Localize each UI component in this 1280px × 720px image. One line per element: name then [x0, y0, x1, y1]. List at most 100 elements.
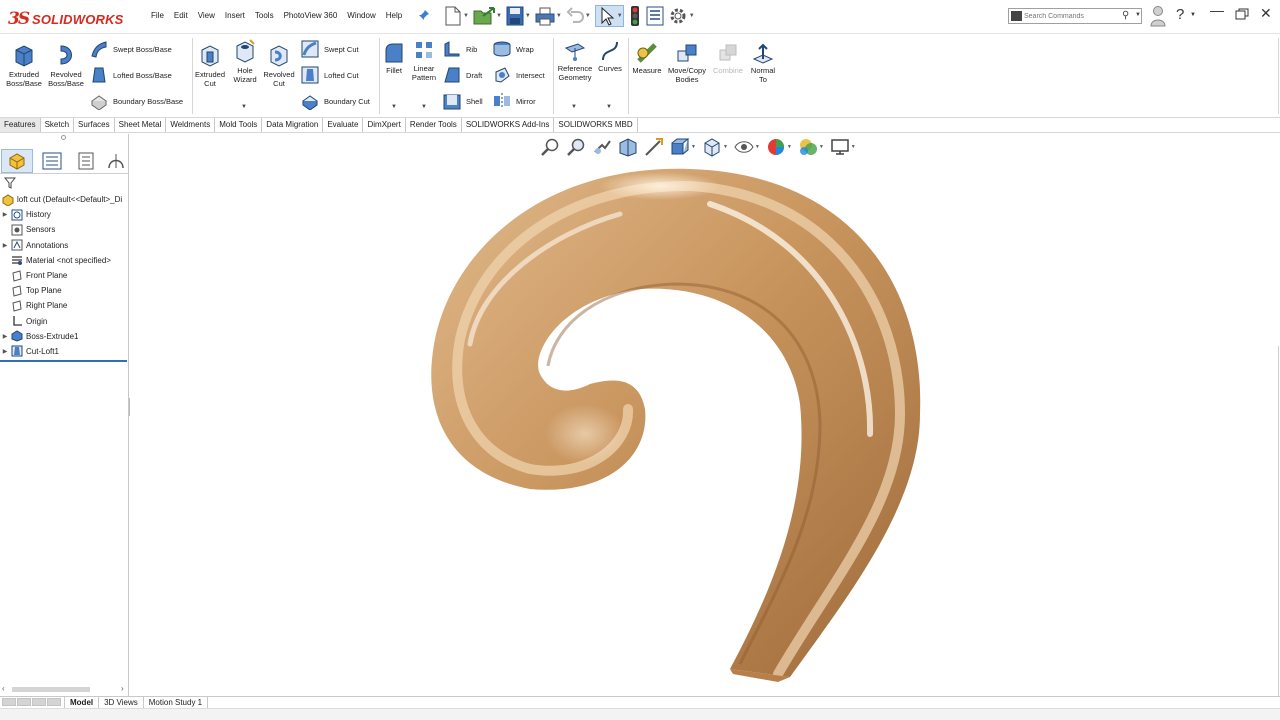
menu-file[interactable]: File [146, 11, 169, 20]
menu-tools[interactable]: Tools [250, 11, 279, 20]
curves-button[interactable]: Curves [596, 40, 624, 73]
hole-wizard-button[interactable]: Hole Wizard [229, 38, 261, 84]
lofted-cut-button[interactable]: Lofted Cut [301, 66, 359, 84]
extruded-cut-button[interactable]: Extruded Cut [193, 42, 227, 88]
tab-3d-views[interactable]: 3D Views [98, 697, 143, 708]
tab-dimxpert-manager[interactable] [104, 149, 128, 173]
extruded-boss-button[interactable]: Extruded Boss/Base [4, 42, 44, 88]
fillet-button[interactable]: Fillet [382, 42, 406, 75]
menu-view[interactable]: View [193, 11, 220, 20]
tree-item-sensors[interactable]: Sensors [0, 222, 129, 237]
rebuild-button[interactable] [628, 5, 642, 27]
revolved-boss-button[interactable]: Revolved Boss/Base [46, 42, 86, 88]
tab-motion-study[interactable]: Motion Study 1 [142, 697, 209, 708]
help-icon[interactable]: ? [1176, 6, 1184, 23]
scroll-thumb[interactable] [12, 687, 90, 692]
wrap-button[interactable]: Wrap [493, 40, 534, 58]
combine-button[interactable]: Combine [711, 42, 745, 75]
next-tab-icon[interactable] [32, 697, 46, 706]
user-account-icon[interactable] [1150, 5, 1166, 30]
menu-help[interactable]: Help [381, 11, 407, 20]
intersect-button[interactable]: Intersect [493, 66, 545, 84]
tab-property-manager[interactable] [36, 149, 68, 173]
pin-icon[interactable] [418, 9, 430, 21]
tab-render-tools[interactable]: Render Tools [405, 118, 462, 132]
tree-root-part[interactable]: loft cut (Default<<Default>_Di [0, 192, 129, 207]
open-button[interactable]: ▼ [473, 5, 502, 27]
rollback-bar[interactable] [0, 360, 127, 362]
menu-edit[interactable]: Edit [169, 11, 193, 20]
boundary-cut-button[interactable]: Boundary Cut [301, 92, 370, 110]
tab-sheet-metal[interactable]: Sheet Metal [114, 118, 167, 132]
search-input[interactable] [1024, 10, 1124, 22]
options-button[interactable]: ▼ [668, 5, 695, 27]
swept-cut-button[interactable]: Swept Cut [301, 40, 359, 58]
tree-item-front-plane[interactable]: Front Plane [0, 268, 129, 283]
move-copy-bodies-button[interactable]: Move/Copy Bodies [666, 42, 708, 84]
spiral-3d-model[interactable] [130, 134, 1280, 696]
scroll-right-icon[interactable]: › [121, 684, 124, 693]
lofted-boss-button[interactable]: Lofted Boss/Base [90, 66, 172, 84]
tree-item-annotations[interactable]: ▶ Annotations [0, 238, 129, 253]
tab-dimxpert[interactable]: DimXpert [363, 118, 406, 132]
tree-item-origin[interactable]: Origin [0, 314, 129, 329]
swept-boss-button[interactable]: Swept Boss/Base [90, 40, 172, 58]
measure-button[interactable]: Measure [630, 42, 664, 75]
tab-features[interactable]: Features [0, 118, 41, 132]
new-document-button[interactable]: ▼ [444, 5, 469, 27]
panel-grip[interactable] [61, 135, 66, 140]
tab-feature-tree[interactable] [1, 149, 33, 173]
menu-window[interactable]: Window [342, 11, 380, 20]
tab-data-migration[interactable]: Data Migration [262, 118, 324, 132]
boundary-boss-button[interactable]: Boundary Boss/Base [90, 92, 183, 110]
prev-tab-icon[interactable] [17, 697, 31, 706]
draft-button[interactable]: Draft [443, 66, 482, 84]
tree-item-top-plane[interactable]: Top Plane [0, 283, 129, 298]
filter-icon[interactable] [3, 177, 17, 191]
tab-surfaces[interactable]: Surfaces [74, 118, 115, 132]
tab-model[interactable]: Model [64, 697, 99, 708]
tree-horizontal-scrollbar[interactable]: ‹ › [2, 684, 127, 694]
graphics-area[interactable]: ▼ ▼ ▼ ▼ ▼ ▼ [130, 134, 1280, 696]
tab-evaluate[interactable]: Evaluate [323, 118, 364, 132]
tree-item-history[interactable]: ▶ History [0, 207, 129, 222]
shell-button[interactable]: Shell [443, 92, 483, 110]
expand-arrow-icon[interactable]: ▶ [0, 333, 10, 340]
pattern-dropdown-icon[interactable]: ▼ [421, 104, 427, 110]
tree-item-cut-loft1[interactable]: ▶ Cut-Loft1 [0, 344, 129, 359]
help-dropdown-icon[interactable]: ▼ [1190, 12, 1196, 18]
undo-button[interactable]: ▼ [566, 5, 591, 27]
expand-arrow-icon[interactable]: ▶ [0, 348, 10, 355]
expand-arrow-icon[interactable]: ▶ [0, 242, 10, 249]
tab-weldments[interactable]: Weldments [166, 118, 216, 132]
chevron-down-icon[interactable]: ▼ [1135, 12, 1141, 18]
save-button[interactable]: ▼ [506, 5, 531, 27]
mirror-button[interactable]: Mirror [493, 92, 536, 110]
curves-dropdown-icon[interactable]: ▼ [606, 104, 612, 110]
tree-item-right-plane[interactable]: Right Plane [0, 298, 129, 313]
restore-icon[interactable] [1235, 7, 1249, 23]
select-button[interactable]: ▼ [594, 5, 624, 27]
tree-item-material[interactable]: Material <not specified> [0, 253, 129, 268]
first-tab-icon[interactable] [2, 697, 16, 706]
search-commands[interactable]: ⚲ ▼ [1008, 8, 1142, 24]
search-icon[interactable]: ⚲ [1122, 10, 1129, 21]
normal-to-button[interactable]: Normal To [748, 42, 778, 84]
tab-scroll-arrows[interactable] [2, 697, 64, 708]
minimize-icon[interactable]: — [1210, 2, 1224, 18]
tab-mbd[interactable]: SOLIDWORKS MBD [554, 118, 638, 132]
tab-sketch[interactable]: Sketch [40, 118, 75, 132]
file-properties-button[interactable] [646, 5, 664, 27]
menu-insert[interactable]: Insert [220, 11, 250, 20]
search-scope-icon[interactable] [1011, 11, 1022, 21]
tab-configuration-manager[interactable] [70, 149, 102, 173]
tab-mold-tools[interactable]: Mold Tools [215, 118, 263, 132]
hole-wizard-dropdown-icon[interactable]: ▼ [241, 104, 247, 110]
tab-addins[interactable]: SOLIDWORKS Add-Ins [461, 118, 555, 132]
last-tab-icon[interactable] [47, 697, 61, 706]
reference-dropdown-icon[interactable]: ▼ [571, 104, 577, 110]
rib-button[interactable]: Rib [443, 40, 477, 58]
solidworks-logo[interactable]: 3S SOLIDWORKS [6, 7, 130, 29]
linear-pattern-button[interactable]: Linear Pattern [408, 40, 440, 82]
close-icon[interactable]: ✕ [1260, 5, 1272, 22]
